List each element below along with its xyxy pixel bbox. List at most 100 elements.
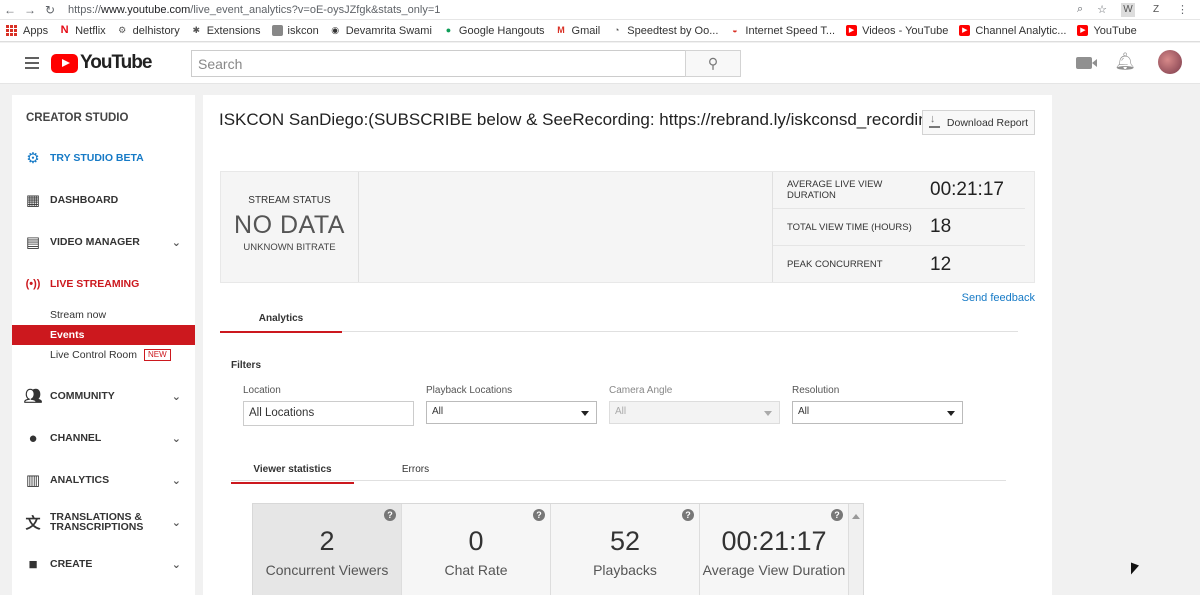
bookmark-star-icon[interactable]: ☆ [1097,3,1107,16]
sidebar-item-channel[interactable]: ● CHANNEL ⌄ [12,417,195,459]
address-bar[interactable]: https://www.youtube.com/live_event_analy… [68,4,1077,16]
location-input[interactable]: All Locations [243,401,414,426]
sidebar-item-create[interactable]: ■ CREATE ⌄ [12,543,195,585]
bookmark-channel-analytics[interactable]: ▶ Channel Analytic... [959,25,1066,37]
hangouts-icon: ● [445,25,452,35]
sidebar-subitem-live-control-room[interactable]: Live Control Room NEW [12,345,195,365]
download-icon [928,113,940,128]
analytics-tab-bar: Analytics [220,310,1018,333]
filters-title: Filters [231,360,262,371]
tab-analytics[interactable]: Analytics [220,310,342,333]
metric-average-live-view-duration: AVERAGE LIVE VIEW DURATION 00:21:17 [773,172,1025,209]
search-input[interactable]: Search [191,50,686,77]
browser-menu-icon[interactable]: ⋮ [1177,3,1188,16]
metric-total-view-time: TOTAL VIEW TIME (HOURS) 18 [773,209,1025,246]
chevron-down-icon[interactable]: ⌄ [172,516,181,529]
menu-icon[interactable] [25,57,39,69]
sidebar-subitem-stream-now[interactable]: Stream now [12,305,195,325]
tab-viewer-statistics[interactable]: Viewer statistics [231,461,354,484]
chevron-down-icon[interactable]: ⌄ [172,390,181,403]
youtube-icon: ▶ [846,25,858,36]
bookmarks-bar: Apps N Netflix ⚙ delhistory ✱ Extensions is… [0,20,1200,42]
sidebar-item-translations[interactable]: 文 TRANSLATIONS & TRANSCRIPTIONS ⌄ [12,501,195,543]
bookmark-google-hangouts[interactable]: ● Google Hangouts [443,25,545,37]
resolution-select[interactable]: All [792,401,963,424]
dashboard-icon: ▦ [25,192,41,209]
help-icon[interactable]: ? [384,509,396,521]
search-icon: ⚲ [707,55,719,71]
sidebar-item-community[interactable]: 👥︎ COMMUNITY ⌄ [12,375,195,417]
creator-studio-sidebar: CREATOR STUDIO ⚙ TRY STUDIO BETA ▦ DASHB… [12,95,195,595]
stat-cards-scroll-up[interactable] [849,504,863,595]
metric-peak-concurrent: PEAK CONCURRENT 12 [787,253,952,275]
sidebar-item-dashboard[interactable]: ▦ DASHBOARD [12,179,195,221]
community-icon: 👥︎ [23,388,43,405]
bookmark-apps[interactable]: Apps [6,25,48,37]
create-video-icon[interactable] [1076,57,1098,69]
filter-resolution: Resolution All [792,385,963,424]
document-icon [271,25,283,36]
tab-errors[interactable]: Errors [354,461,477,483]
bookmark-delhistory[interactable]: ⚙ delhistory [117,25,180,37]
back-icon[interactable]: ← [0,3,20,17]
sidebar-item-try-studio-beta[interactable]: ⚙ TRY STUDIO BETA [12,137,195,179]
filter-playback-locations: Playback Locations All [426,385,597,424]
puzzle-icon: ✱ [192,25,200,35]
stat-card-average-view-duration[interactable]: ? 00:21:17 Average View Duration [700,504,849,595]
mouse-cursor-icon [1131,562,1139,578]
gear-icon: ⚙ [26,150,40,167]
bookmark-internet-speed[interactable]: ◒ Internet Speed T... [729,25,835,37]
masthead: YouTube Search ⚲ 🔔︎ [0,43,1200,84]
bookmark-videos-youtube[interactable]: ▶ Videos - YouTube [846,25,948,37]
sidebar-item-live-streaming[interactable]: (•)) LIVE STREAMING [12,263,195,305]
sidebar-item-video-manager[interactable]: ▤ VIDEO MANAGER ⌄ [12,221,195,263]
globe-icon: ◉ [331,25,340,35]
stat-card-concurrent-viewers[interactable]: ? 2 Concurrent Viewers [253,504,402,595]
send-feedback-link[interactable]: Send feedback [962,292,1035,304]
chevron-down-icon[interactable]: ⌄ [172,558,181,571]
bookmark-devamrita-swami[interactable]: ◉ Devamrita Swami [330,25,432,37]
video-manager-icon: ▤ [25,234,41,251]
gear-icon: ⚙ [118,25,127,35]
search-button[interactable]: ⚲ [685,50,741,77]
stat-card-playbacks[interactable]: ? 52 Playbacks [551,504,700,595]
forward-icon[interactable]: → [20,3,40,17]
playback-locations-select[interactable]: All [426,401,597,424]
apps-grid-icon [6,25,17,36]
stream-status-panel: STREAM STATUS NO DATA UNKNOWN BITRATE AV… [220,171,1035,283]
browser-toolbar: ← → ↻ https://www.youtube.com/live_event… [0,0,1200,20]
reload-icon[interactable]: ↻ [40,3,60,17]
help-icon[interactable]: ? [682,509,694,521]
speed-gauge-icon: ◒ [732,25,738,35]
bookmark-iskcon[interactable]: iskcon [271,25,319,37]
zoom-icon[interactable]: ⌕ [1077,3,1083,16]
chevron-down-icon[interactable]: ⌄ [172,236,181,249]
statistics-tab-bar: Viewer statistics Errors [231,457,1006,484]
youtube-logo[interactable]: YouTube [51,52,152,74]
extension-w-icon[interactable]: W [1121,2,1135,17]
chevron-down-icon[interactable]: ⌄ [172,474,181,487]
stat-card-chat-rate[interactable]: ? 0 Chat Rate [402,504,551,595]
avatar[interactable] [1158,50,1182,74]
bookmark-extensions[interactable]: ✱ Extensions [191,25,260,37]
download-report-button[interactable]: Download Report [922,110,1035,135]
speedometer-icon: ◔ [614,25,620,35]
help-icon[interactable]: ? [831,509,843,521]
filter-camera-angle: Camera Angle All [609,385,780,424]
viewer-statistics-cards: ? 2 Concurrent Viewers ? 0 Chat Rate ? 5… [252,503,864,595]
sidebar-item-analytics[interactable]: ▥ ANALYTICS ⌄ [12,459,195,501]
extension-z-icon[interactable]: Z [1149,3,1163,17]
youtube-play-icon [51,53,78,73]
chevron-down-icon[interactable]: ⌄ [172,432,181,445]
bookmark-gmail[interactable]: M Gmail [556,25,600,37]
bookmark-youtube[interactable]: ▶ YouTube [1077,25,1137,37]
notifications-bell-icon[interactable]: 🔔︎ [1114,52,1136,72]
gmail-icon: M [557,25,565,35]
stream-status-label: STREAM STATUS [248,195,331,206]
bookmark-speedtest[interactable]: ◔ Speedtest by Oo... [611,25,718,37]
help-icon[interactable]: ? [533,509,545,521]
new-badge: NEW [143,349,171,361]
bookmark-netflix[interactable]: N Netflix [59,25,106,37]
sidebar-subitem-events[interactable]: Events [12,325,195,345]
account-circle-icon: ● [28,429,38,447]
